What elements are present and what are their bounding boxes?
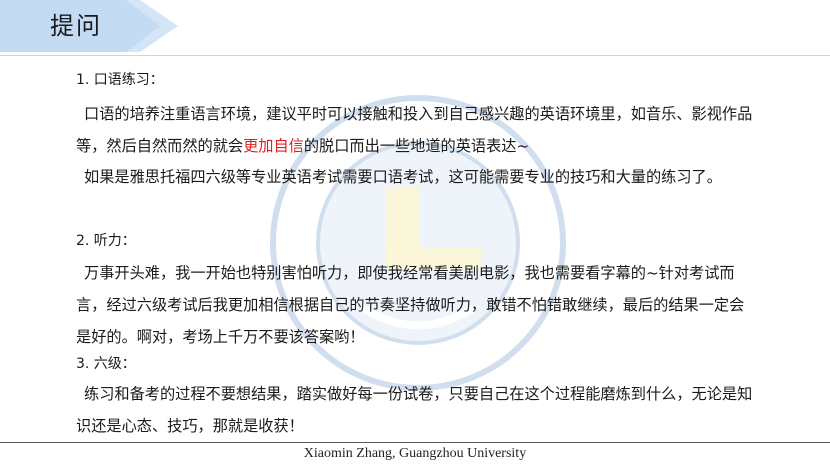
paragraph-oral-exam: 如果是雅思托福四六级等专业英语考试需要口语考试，这可能需要专业的技巧和大量的练习… [84,168,722,186]
highlight-text: 更加自信 [243,137,304,155]
paragraph-oral-environment: 口语的培养注重语言环境，建议平时可以接触和投入到自己感兴趣的英语环境里，如音乐、… [76,98,756,162]
section-heading-listening: 2. 听力： [76,233,136,249]
title-divider [0,55,830,56]
paragraph-text: 的脱口而出一些地道的英语表达~ [303,137,530,155]
slide: 提问 1. 口语练习： 口语的培养注重语言环境，建议平时可以接触和投入到自己感兴… [0,0,830,472]
section-heading-cet6: 3. 六级： [76,356,136,372]
footer-divider [0,442,830,443]
footer-credit: Xiaomin Zhang, Guangzhou University [303,446,527,461]
paragraph-cet6: 练习和备考的过程不要想结果，踏实做好每一份试卷，只要自己在这个过程能磨炼到什么，… [76,385,753,435]
section-heading-oral: 1. 口语练习： [76,72,164,88]
page-title: 提问 [50,12,102,40]
paragraph-listening: 万事开头难，我一开始也特别害怕听力，即使我经常看美剧电影，我也需要看字幕的~针对… [76,264,745,346]
